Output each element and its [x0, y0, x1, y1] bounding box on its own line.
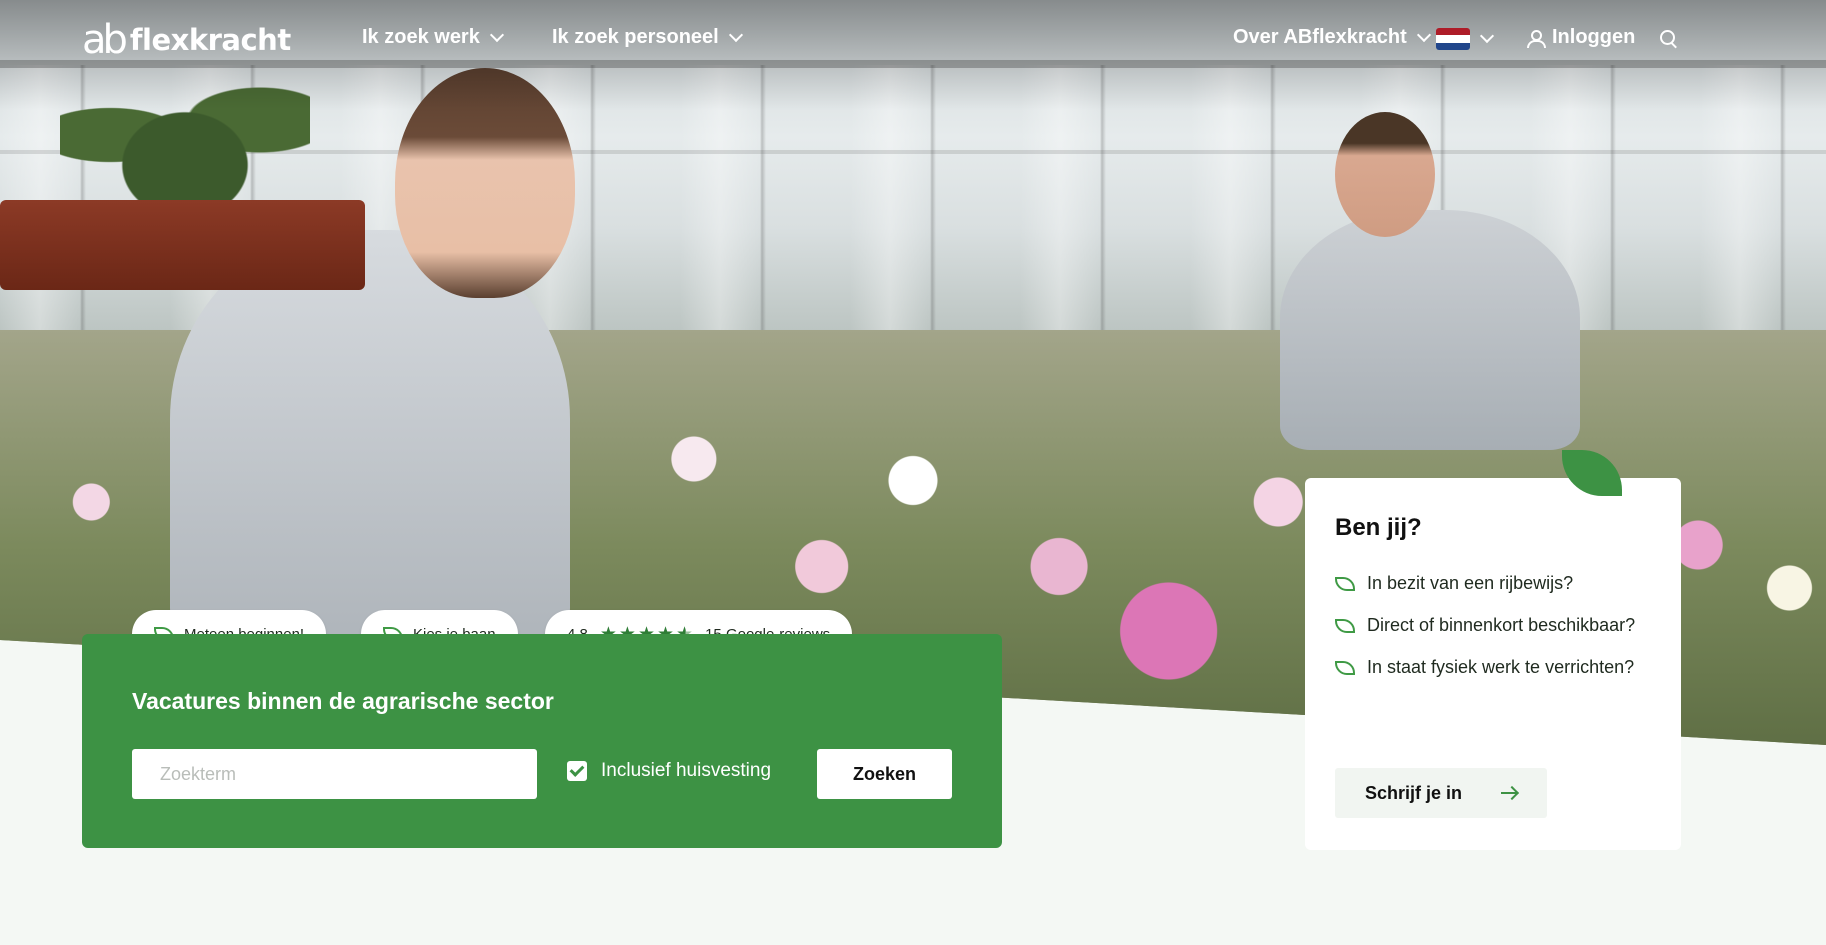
nav-label: Over ABflexkracht: [1233, 26, 1407, 48]
search-icon[interactable]: [1660, 30, 1680, 50]
logo-text: flexkracht: [129, 22, 291, 57]
logo-mark: ab: [82, 17, 128, 63]
language-selector[interactable]: [1436, 28, 1495, 50]
nav-ik-zoek-werk[interactable]: Ik zoek werk: [362, 26, 504, 49]
search-input[interactable]: [132, 749, 537, 799]
schrijf-je-in-button[interactable]: Schrijf je in: [1335, 768, 1547, 818]
button-label: Schrijf je in: [1365, 782, 1463, 803]
site-header: ab flexkracht Ik zoek werk Ik zoek perso…: [0, 0, 1826, 80]
login-label: Inloggen: [1552, 26, 1636, 48]
worker-man: [1280, 210, 1580, 450]
site-logo[interactable]: ab flexkracht: [82, 18, 291, 62]
list-item-label: In staat fysiek werk te verrichten?: [1367, 657, 1635, 677]
list-item-label: Direct of binnenkort beschikbaar?: [1367, 615, 1636, 635]
list-item: In bezit van een rijbewijs?: [1335, 570, 1655, 597]
arrow-right-icon: [1501, 792, 1517, 794]
list-item: In staat fysiek werk te verrichten?: [1335, 654, 1655, 681]
search-button[interactable]: Zoeken: [817, 749, 952, 799]
netherlands-flag-icon: [1436, 28, 1470, 50]
ben-jij-card: Ben jij? In bezit van een rijbewijs? Dir…: [1305, 478, 1681, 850]
chevron-down-icon: [728, 27, 743, 42]
nav-label: Ik zoek personeel: [552, 26, 719, 48]
chevron-down-icon: [1416, 27, 1431, 42]
nav-over-abflexkracht[interactable]: Over ABflexkracht: [1233, 26, 1431, 49]
worker-man-head: [1335, 112, 1435, 237]
nav-label: Ik zoek werk: [362, 26, 480, 48]
list-item: Direct of binnenkort beschikbaar?: [1335, 612, 1655, 639]
leaf-icon: [1335, 661, 1355, 675]
job-search-panel: Vacatures binnen de agrarische sector In…: [82, 634, 1002, 848]
housing-checkbox[interactable]: Inclusief huisvesting: [567, 760, 771, 782]
login-link[interactable]: Inloggen: [1526, 26, 1635, 49]
chevron-down-icon: [489, 27, 504, 42]
chevron-down-icon: [1479, 28, 1495, 44]
nav-ik-zoek-personeel[interactable]: Ik zoek personeel: [552, 26, 743, 49]
leaf-icon: [1335, 577, 1355, 591]
card-list: In bezit van een rijbewijs? Direct of bi…: [1335, 570, 1655, 696]
user-icon: [1526, 29, 1546, 48]
checkbox-checked-icon[interactable]: [567, 761, 587, 781]
leaf-icon: [1335, 619, 1355, 633]
plant-tray: [0, 200, 365, 290]
panel-title: Vacatures binnen de agrarische sector: [132, 688, 554, 714]
list-item-label: In bezit van een rijbewijs?: [1367, 573, 1574, 593]
checkbox-label: Inclusief huisvesting: [601, 760, 772, 781]
card-title: Ben jij?: [1335, 514, 1422, 541]
